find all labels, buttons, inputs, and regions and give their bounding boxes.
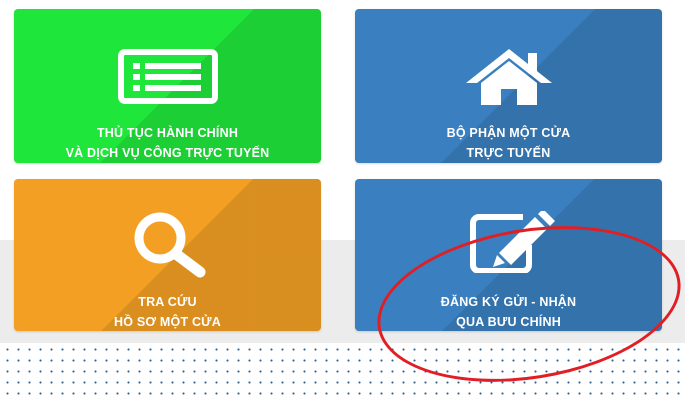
tile-label-line2: TRỰC TUYẾN xyxy=(466,146,551,160)
tile-one-stop-department[interactable]: BỘ PHẬN MỘT CỬA TRỰC TUYẾN xyxy=(355,9,662,163)
tile-label-line2: HỒ SƠ MỘT CỬA xyxy=(114,315,221,329)
tile-label-line2: VÀ DỊCH VỤ CÔNG TRỰC TUYẾN xyxy=(65,146,270,160)
home-icon xyxy=(463,45,555,112)
tile-label-line1: ĐĂNG KÝ GỬI - NHẬN xyxy=(440,295,577,309)
edit-pencil-icon xyxy=(459,209,559,278)
tile-label-line1: TRA CỨU xyxy=(138,295,197,309)
tile-postal-registration[interactable]: ĐĂNG KÝ GỬI - NHẬN QUA BƯU CHÍNH xyxy=(355,179,662,331)
tile-label-line1: BỘ PHẬN MỘT CỬA xyxy=(446,126,571,140)
tile-label: THỦ TỤC HÀNH CHÍNH VÀ DỊCH VỤ CÔNG TRỰC … xyxy=(14,123,321,163)
tile-label: ĐĂNG KÝ GỬI - NHẬN QUA BƯU CHÍNH xyxy=(355,292,662,331)
list-card-icon xyxy=(117,49,218,109)
tile-label: TRA CỨU HỒ SƠ MỘT CỬA xyxy=(14,292,321,331)
tile-label-line1: THỦ TỤC HÀNH CHÍNH xyxy=(96,126,239,140)
tile-label: BỘ PHẬN MỘT CỬA TRỰC TUYẾN xyxy=(355,123,662,163)
tile-administrative-procedures[interactable]: THỦ TỤC HÀNH CHÍNH VÀ DỊCH VỤ CÔNG TRỰC … xyxy=(14,9,321,163)
tile-label-line2: QUA BƯU CHÍNH xyxy=(456,315,561,329)
search-icon xyxy=(118,209,218,284)
tile-lookup-records[interactable]: TRA CỨU HỒ SƠ MỘT CỬA xyxy=(14,179,321,331)
